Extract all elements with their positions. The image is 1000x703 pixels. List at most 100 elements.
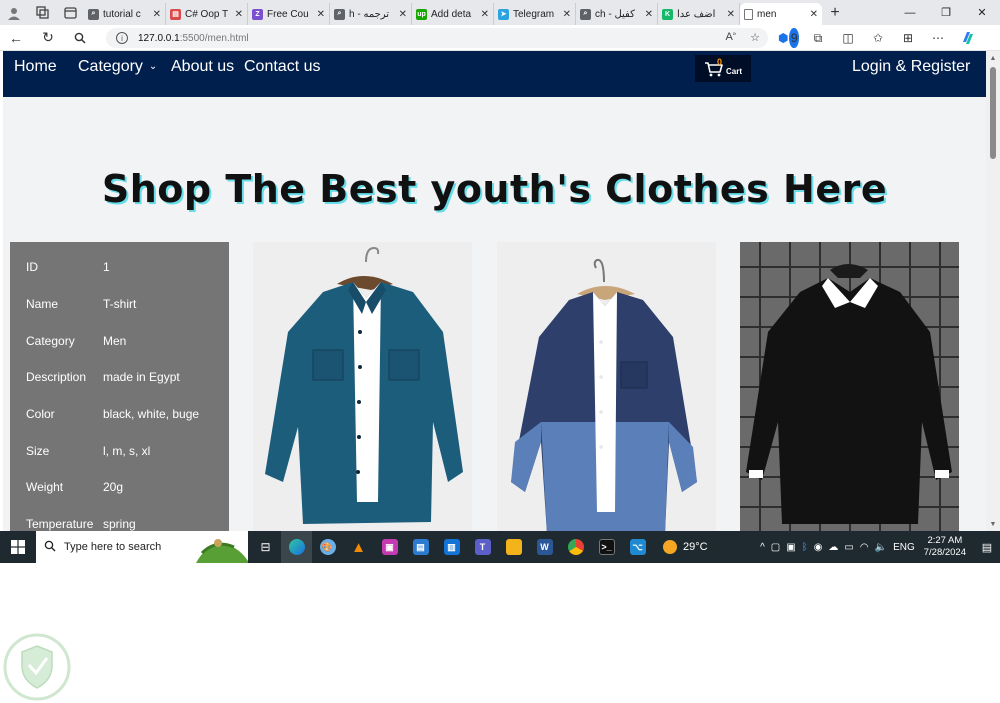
hero-title: Shop The Best youth's Clothes Here <box>101 167 888 211</box>
bluetooth-icon[interactable]: ᛒ <box>802 542 808 553</box>
tab-label: Telegram <box>513 8 555 20</box>
nav-category-dropdown[interactable]: Category ⌄ <box>78 58 157 76</box>
close-icon[interactable]: ✕ <box>727 9 735 20</box>
volume-icon[interactable]: 🔈 <box>875 542 887 553</box>
tab-label: men <box>757 8 777 20</box>
more-menu-icon[interactable]: ⋯ <box>928 28 948 48</box>
weather-widget[interactable]: 29°C <box>663 540 708 554</box>
clock-date: 7/28/2024 <box>923 547 966 558</box>
info-value: 20g <box>103 480 124 495</box>
tray-cloud-icon[interactable]: ☁ <box>828 542 838 553</box>
taskbar-clock[interactable]: 2:27 AM 7/28/2024 <box>924 535 966 559</box>
browser-tab[interactable]: K أضف عدا ✕ <box>658 3 740 25</box>
browser-tab[interactable]: ➤ Telegram ✕ <box>494 3 576 25</box>
info-row: Category Men <box>10 322 229 359</box>
info-key: Weight <box>26 480 64 495</box>
vlc-icon[interactable]: ▲ <box>343 531 374 563</box>
close-icon[interactable]: ✕ <box>563 9 571 20</box>
page-content: Shop The Best youth's Clothes Here ID 1 Na… <box>3 97 986 531</box>
cart-label: Cart <box>725 67 742 76</box>
info-row: Name T-shirt <box>10 286 229 323</box>
tray-screen-icon[interactable]: ▣ <box>786 542 795 553</box>
nav-contact-link[interactable]: Contact us <box>244 58 320 76</box>
product-card-black-sweater[interactable] <box>740 242 959 531</box>
scroll-up-icon[interactable]: ▲ <box>986 51 1000 65</box>
info-key: Temperature <box>26 517 94 531</box>
info-row: Temperature spring <box>10 506 229 531</box>
browser-tab[interactable]: up Add deta ✕ <box>412 3 494 25</box>
product-card-denim-shirt[interactable] <box>497 242 716 531</box>
taskbar-search-box[interactable]: Type here to search <box>36 531 248 563</box>
read-aloud-icon[interactable]: A» <box>725 31 736 44</box>
profile-icon[interactable] <box>0 0 28 25</box>
close-icon[interactable]: ✕ <box>317 9 325 20</box>
watermark-logo <box>3 633 71 701</box>
cart-count: 0 <box>717 57 723 67</box>
browser-tab[interactable]: ▤ C# Oop T ✕ <box>166 3 248 25</box>
url-field[interactable]: i 127.0.0.1:5500/men.html A» ☆ <box>106 28 768 48</box>
product-card-teal-shirt[interactable] <box>253 242 472 531</box>
close-icon[interactable]: ✕ <box>235 9 243 20</box>
collections-icon[interactable]: ⊞ <box>898 28 918 48</box>
language-indicator[interactable]: ENG <box>893 542 915 553</box>
info-value: l, m, s, xl <box>103 443 151 458</box>
browser-tab-strip: ⌕ tutorial c ✕ ▤ C# Oop T ✕ Z Free Cou ✕ ⌕ h - ترج… <box>0 0 1000 25</box>
workspaces-icon[interactable] <box>28 0 56 25</box>
browser-tab[interactable]: ⌕ tutorial c ✕ <box>84 3 166 25</box>
page-scrollbar[interactable]: ▲ ▼ <box>986 51 1000 531</box>
close-icon[interactable]: ✕ <box>481 9 489 20</box>
scrollbar-thumb[interactable] <box>990 67 996 159</box>
refresh-icon[interactable]: ↻ <box>32 25 64 51</box>
vscode-icon[interactable]: ⌥ <box>622 531 653 563</box>
windows-start-icon[interactable] <box>0 531 36 563</box>
tab-active-men[interactable]: men ✕ <box>740 3 822 25</box>
close-icon[interactable]: ✕ <box>153 9 161 20</box>
minimize-icon[interactable]: — <box>892 0 928 25</box>
back-arrow-icon[interactable]: ← <box>0 25 32 51</box>
word-icon[interactable]: W <box>529 531 560 563</box>
chrome-icon[interactable] <box>560 531 591 563</box>
split-screen-icon[interactable]: ◫ <box>838 28 858 48</box>
wifi-icon[interactable]: ◠ <box>860 542 869 553</box>
close-window-icon[interactable]: ✕ <box>964 0 1000 25</box>
weather-sun-icon <box>663 540 677 554</box>
close-icon[interactable]: ✕ <box>399 9 407 20</box>
nav-about-link[interactable]: About us <box>171 58 234 76</box>
tabs-container: ⌕ tutorial c ✕ ▤ C# Oop T ✕ Z Free Cou ✕ ⌕ h - ترج… <box>84 0 740 25</box>
snipping-app-icon[interactable]: ▣ <box>374 531 405 563</box>
url-host: 127.0.0.1 <box>138 32 180 44</box>
battery-icon[interactable]: ▭ <box>844 542 853 553</box>
tray-chevron-up-icon[interactable]: ^ <box>760 542 765 553</box>
notifications-icon[interactable]: ▤ <box>974 531 1000 563</box>
scroll-down-icon[interactable]: ▼ <box>986 517 1000 531</box>
tab-actions-icon[interactable] <box>56 0 84 25</box>
browser-tab[interactable]: ⌕ h - ترجمه ✕ <box>330 3 412 25</box>
terminal-icon[interactable]: >_ <box>591 531 622 563</box>
favorites-icon[interactable]: ✩ <box>868 28 888 48</box>
close-icon[interactable]: ✕ <box>645 9 653 20</box>
nav-login-register-link[interactable]: Login & Register <box>852 58 970 76</box>
paint-icon[interactable]: 🎨 <box>312 531 343 563</box>
cart-button[interactable]: 0 Cart <box>695 55 751 82</box>
edge-browser-icon[interactable] <box>281 531 312 563</box>
new-tab-button[interactable]: + <box>822 4 848 22</box>
nav-home-link[interactable]: Home <box>14 58 57 76</box>
site-info-icon[interactable]: i <box>116 32 128 44</box>
browser-tab[interactable]: ⌕ ch - كفيل ✕ <box>576 3 658 25</box>
tab-favicon-icon: ⌕ <box>334 8 345 20</box>
search-icon[interactable] <box>64 25 96 51</box>
file-explorer-icon[interactable] <box>498 531 529 563</box>
browser-tab[interactable]: Z Free Cou ✕ <box>248 3 330 25</box>
copilot-icon[interactable] <box>958 28 978 48</box>
favorite-star-icon[interactable]: ☆ <box>750 31 760 44</box>
extension-icon[interactable]: ⬢ 9 <box>778 28 799 48</box>
close-icon[interactable]: ✕ <box>810 9 818 20</box>
extensions-puzzle-icon[interactable]: ⧉ <box>808 28 828 48</box>
tray-app-icon[interactable]: ▢ <box>771 542 780 553</box>
teams-icon[interactable]: T <box>467 531 498 563</box>
notes-app-icon[interactable]: ▤ <box>405 531 436 563</box>
restore-icon[interactable]: ❐ <box>928 0 964 25</box>
trello-icon[interactable]: ▥ <box>436 531 467 563</box>
task-view-icon[interactable]: ⊟ <box>250 531 281 563</box>
tray-meet-icon[interactable]: ◉ <box>814 542 823 553</box>
